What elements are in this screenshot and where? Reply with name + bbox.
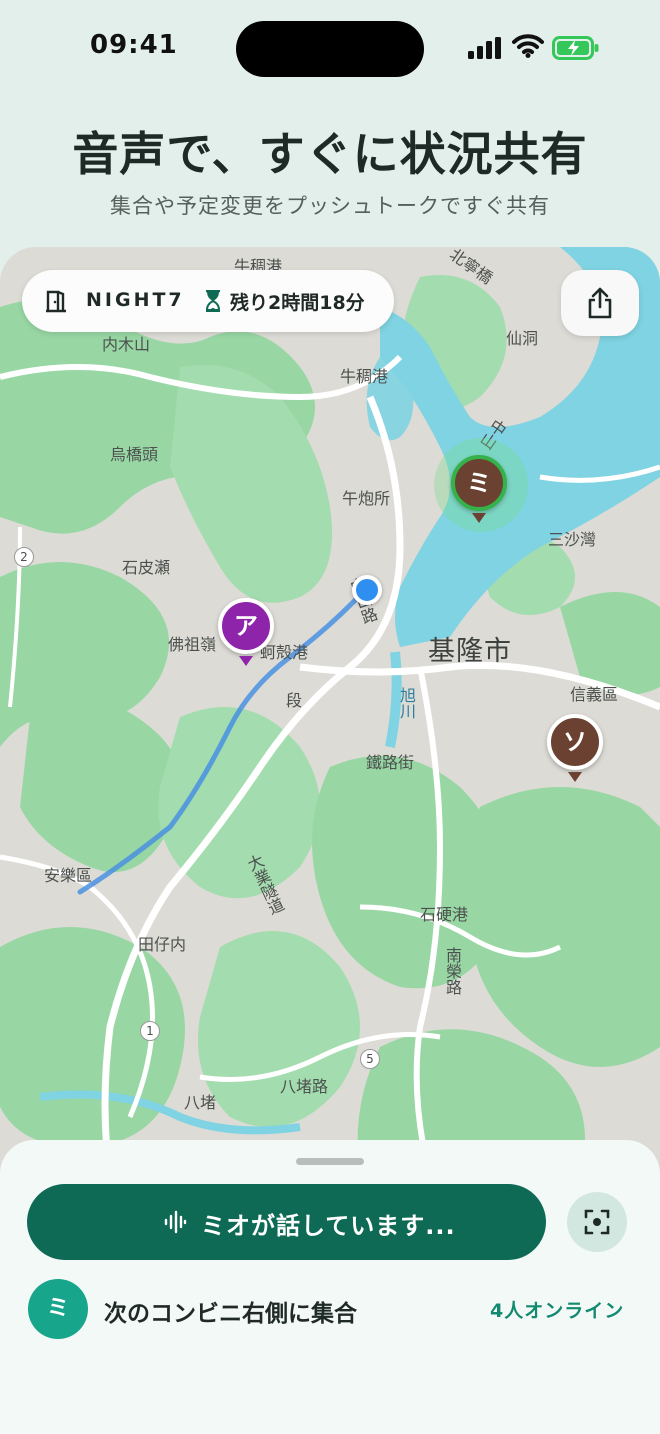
map-label: 信義區 [570,685,619,704]
battery-icon [552,36,599,60]
pin-pointer [568,772,582,782]
map-label: 八堵 [184,1093,217,1112]
waveform-icon [164,1210,187,1234]
push-to-talk-button[interactable]: ミオが話しています... [27,1184,546,1260]
route-shield: 1 [140,1021,160,1041]
pin-pointer [239,656,253,666]
map-label: 佛祖嶺 [168,635,217,654]
map-view[interactable]: 内木山 牛稠港 牛稠港 仙洞 烏橋頭 午炮所 石皮瀬 三沙灣 佛祖嶺 蚵殻港 基… [0,247,660,1177]
map-label: 南榮路 [443,947,462,995]
member-pin-so[interactable]: ソ [547,714,603,770]
map-label: 牛稠港 [340,367,389,386]
status-bar: 09:41 [0,0,660,100]
map-label: 田仔内 [138,935,187,954]
page-subtitle: 集合や予定変更をプッシュトークですぐ共有 [110,194,550,218]
map-label: 仙洞 [506,329,539,348]
bottom-sheet: ミオが話しています... ミ 次のコンビニ右側に集合 4人オンライン [0,1140,660,1434]
pin-pointer [472,513,486,523]
sheet-handle[interactable] [296,1158,364,1165]
online-count[interactable]: 4人オンライン [490,1296,624,1323]
map-label: 安樂區 [44,866,93,885]
map-city-label: 基隆市 [428,636,512,667]
avatar: ミ [28,1279,88,1339]
map-base [0,247,660,1177]
map-label: 烏橋頭 [110,445,159,464]
map-label: 旭川 [397,687,416,719]
route-shield: 5 [360,1049,380,1069]
door-icon [46,290,66,313]
map-label: 鐵路街 [366,753,415,772]
scan-icon [584,1209,610,1235]
dynamic-island [236,21,424,77]
signal-icon [468,37,501,59]
route-shield: 2 [14,547,34,567]
page-title: 音声で、すぐに状況共有 [72,127,588,181]
scan-button[interactable] [567,1192,627,1252]
map-label: 段 [286,691,303,710]
map-label: 八堵路 [280,1077,329,1096]
hourglass-icon [205,290,221,312]
my-location-dot [352,575,382,605]
session-pill[interactable]: NIGHT7 残り2時間18分 [22,270,394,332]
map-label: 石硬港 [420,905,469,924]
map-label: 午炮所 [342,489,391,508]
status-time: 09:41 [90,30,178,60]
map-label: 三沙灣 [548,530,597,549]
member-pin-mio[interactable]: ミ [451,455,507,511]
map-label: 内木山 [102,335,151,354]
map-label: 石皮瀬 [122,558,171,577]
member-pin-a[interactable]: ア [218,598,274,654]
talk-status-label: ミオが話しています... [201,1212,456,1240]
share-button[interactable] [561,270,639,336]
share-icon [588,287,612,319]
session-remaining: 残り2時間18分 [230,292,365,314]
wifi-icon [512,34,544,58]
latest-message: 次のコンビニ右側に集合 [104,1301,357,1327]
session-code: NIGHT7 [86,289,185,311]
